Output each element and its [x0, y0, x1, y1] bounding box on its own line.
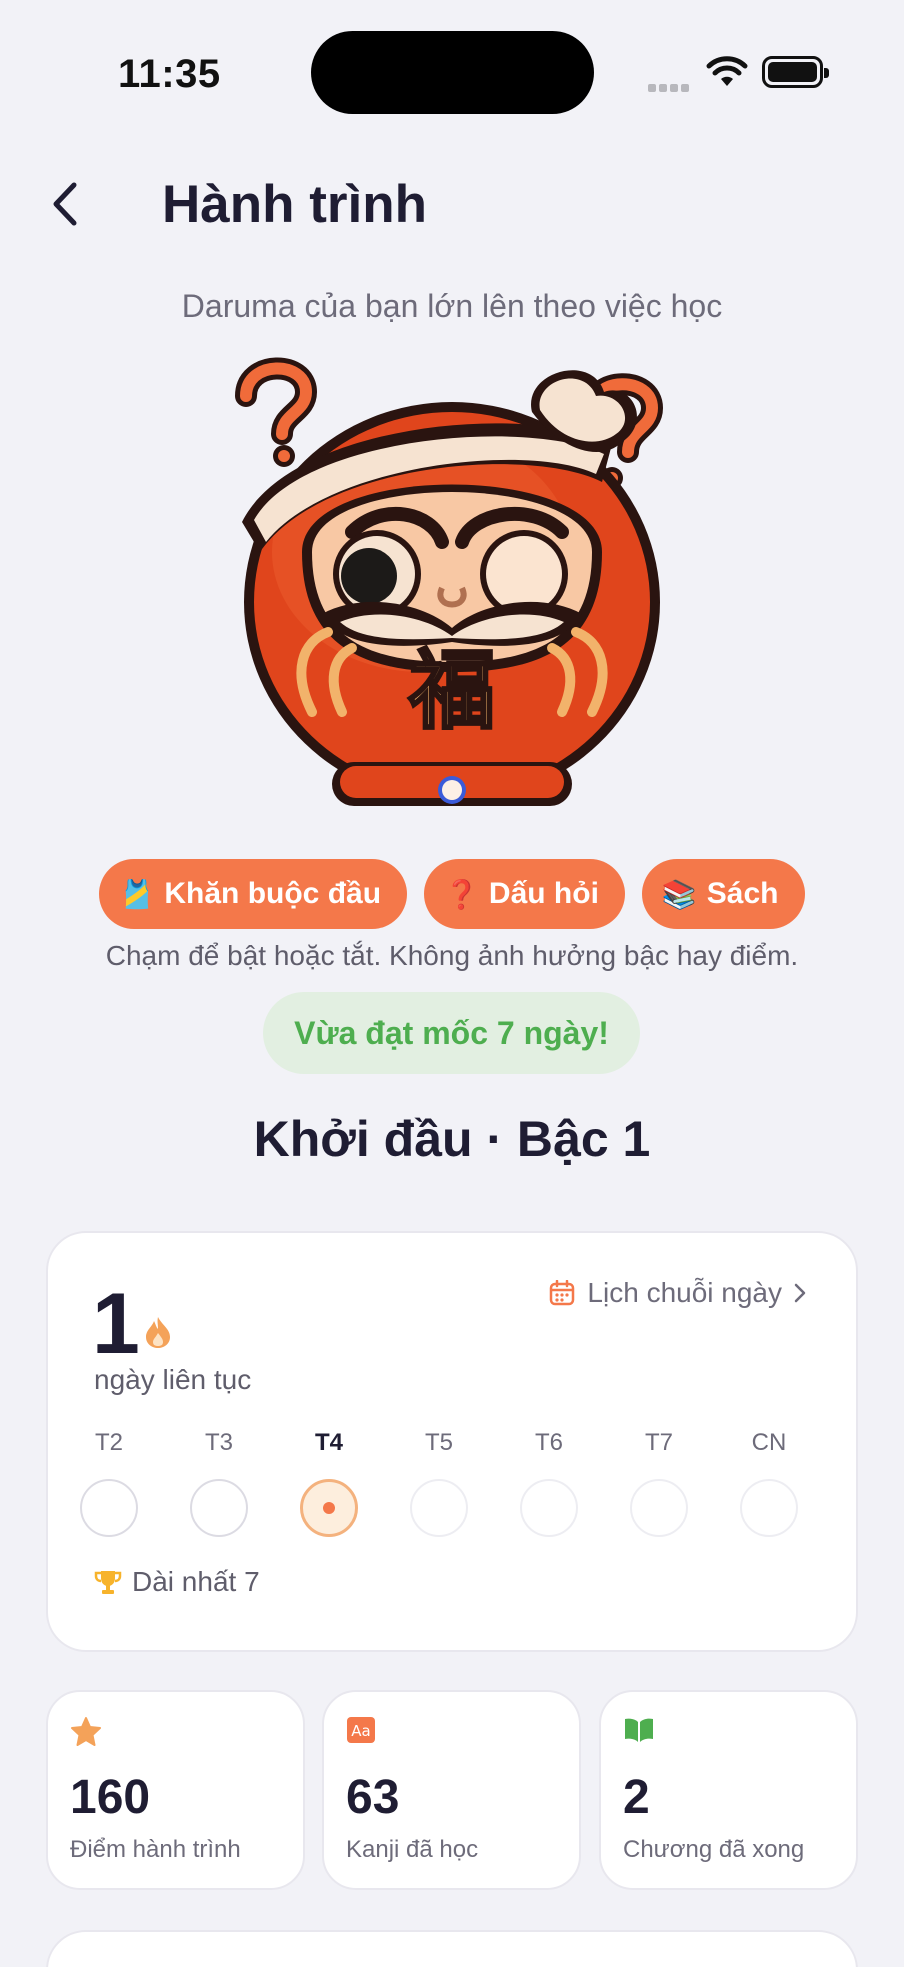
status-bar: 11:35: [0, 0, 904, 120]
stat-value: 63: [346, 1771, 400, 1824]
question-mark-left-icon: [235, 357, 318, 467]
daruma-mascot[interactable]: 福: [232, 352, 672, 822]
day-wed: T4: [294, 1429, 364, 1537]
day-mon: T2: [74, 1429, 144, 1537]
stat-label: Điểm hành trình: [70, 1836, 241, 1863]
stat-label: Chương đã xong: [623, 1836, 805, 1863]
calendar-icon: [550, 1280, 575, 1306]
stat-chapters-done: 2 Chương đã xong: [599, 1690, 858, 1890]
chevron-left-icon: [53, 182, 77, 226]
chip-headband[interactable]: 🎽 Khăn buộc đầu: [99, 859, 408, 929]
status-time: 11:35: [118, 52, 221, 96]
back-button[interactable]: [40, 174, 88, 234]
day-fri: T6: [514, 1429, 584, 1537]
level-title: Khởi đầu · Bậc 1: [253, 1111, 651, 1167]
day-tue: T3: [184, 1429, 254, 1537]
fortune-emblem: 福: [408, 641, 495, 741]
day-circle: [190, 1479, 248, 1537]
stat-value: 160: [70, 1771, 151, 1824]
chip-question-mark[interactable]: ❓ Dấu hỏi: [424, 859, 625, 929]
battery-icon: [762, 56, 829, 88]
svg-text:Aa: Aa: [351, 1722, 370, 1740]
stat-kanji-learned: Aa 63 Kanji đã học: [322, 1690, 581, 1890]
day-label: T4: [314, 1429, 343, 1456]
day-label: T7: [644, 1429, 673, 1456]
day-sun: CN: [734, 1429, 804, 1537]
star-icon: [71, 1717, 101, 1746]
chip-book[interactable]: 📚 Sách: [641, 859, 805, 929]
streak-label: ngày liên tục: [94, 1364, 252, 1395]
book-icon: [625, 1718, 653, 1742]
chip-label: Khăn buộc đầu: [164, 877, 382, 910]
page-subtitle: Daruma của bạn lớn lên theo việc học: [181, 288, 723, 324]
day-label: T6: [534, 1429, 563, 1456]
dynamic-island: [311, 31, 594, 114]
next-card: [46, 1930, 858, 1967]
books-icon: 📚: [661, 878, 697, 910]
stat-label: Kanji đã học: [346, 1836, 479, 1863]
day-circle: [740, 1479, 798, 1537]
day-circle: [80, 1479, 138, 1537]
header: Hành trình: [0, 160, 904, 250]
question-icon: ❓: [444, 878, 479, 910]
day-label: T2: [94, 1429, 123, 1456]
chevron-right-icon: [794, 1283, 806, 1303]
stat-journey-points: 160 Điểm hành trình: [46, 1690, 305, 1890]
accessory-chips: 🎽 Khăn buộc đầu ❓ Dấu hỏi 📚 Sách: [0, 859, 904, 929]
page-title: Hành trình: [162, 175, 427, 234]
trophy-icon: [94, 1571, 122, 1594]
streak-count: 1: [92, 1276, 140, 1372]
milestone-badge: Vừa đạt mốc 7 ngày!: [263, 992, 640, 1074]
flame-icon: [146, 1317, 170, 1348]
wifi-icon: [706, 56, 748, 86]
stat-value: 2: [623, 1771, 650, 1824]
kanji-icon: Aa: [347, 1717, 375, 1743]
signal-icon: [648, 79, 694, 92]
day-label: T5: [424, 1429, 453, 1456]
chip-label: Dấu hỏi: [488, 877, 599, 910]
day-circle-today: [300, 1479, 358, 1537]
day-circle: [410, 1479, 468, 1537]
stats-row: 160 Điểm hành trình Aa 63 Kanji đã học 2…: [46, 1690, 858, 1890]
day-circle: [630, 1479, 688, 1537]
chip-label: Sách: [706, 877, 779, 910]
longest-streak: Dài nhất 7: [94, 1566, 260, 1598]
day-label: T3: [204, 1429, 233, 1456]
day-circle: [520, 1479, 578, 1537]
day-thu: T5: [404, 1429, 474, 1537]
day-sat: T7: [624, 1429, 694, 1537]
calendar-link-label: Lịch chuỗi ngày: [587, 1277, 782, 1308]
streak-card: 1 ngày liên tục Lịch chuỗi ngày T2 T3 T4: [46, 1231, 858, 1652]
streak-calendar-link[interactable]: Lịch chuỗi ngày: [549, 1277, 806, 1309]
longest-streak-label: Dài nhất 7: [132, 1566, 260, 1597]
day-label: CN: [751, 1429, 787, 1456]
accessory-hint: Chạm để bật hoặc tắt. Không ảnh hưởng bậ…: [105, 940, 799, 971]
headband-icon: 🎽: [119, 878, 155, 910]
